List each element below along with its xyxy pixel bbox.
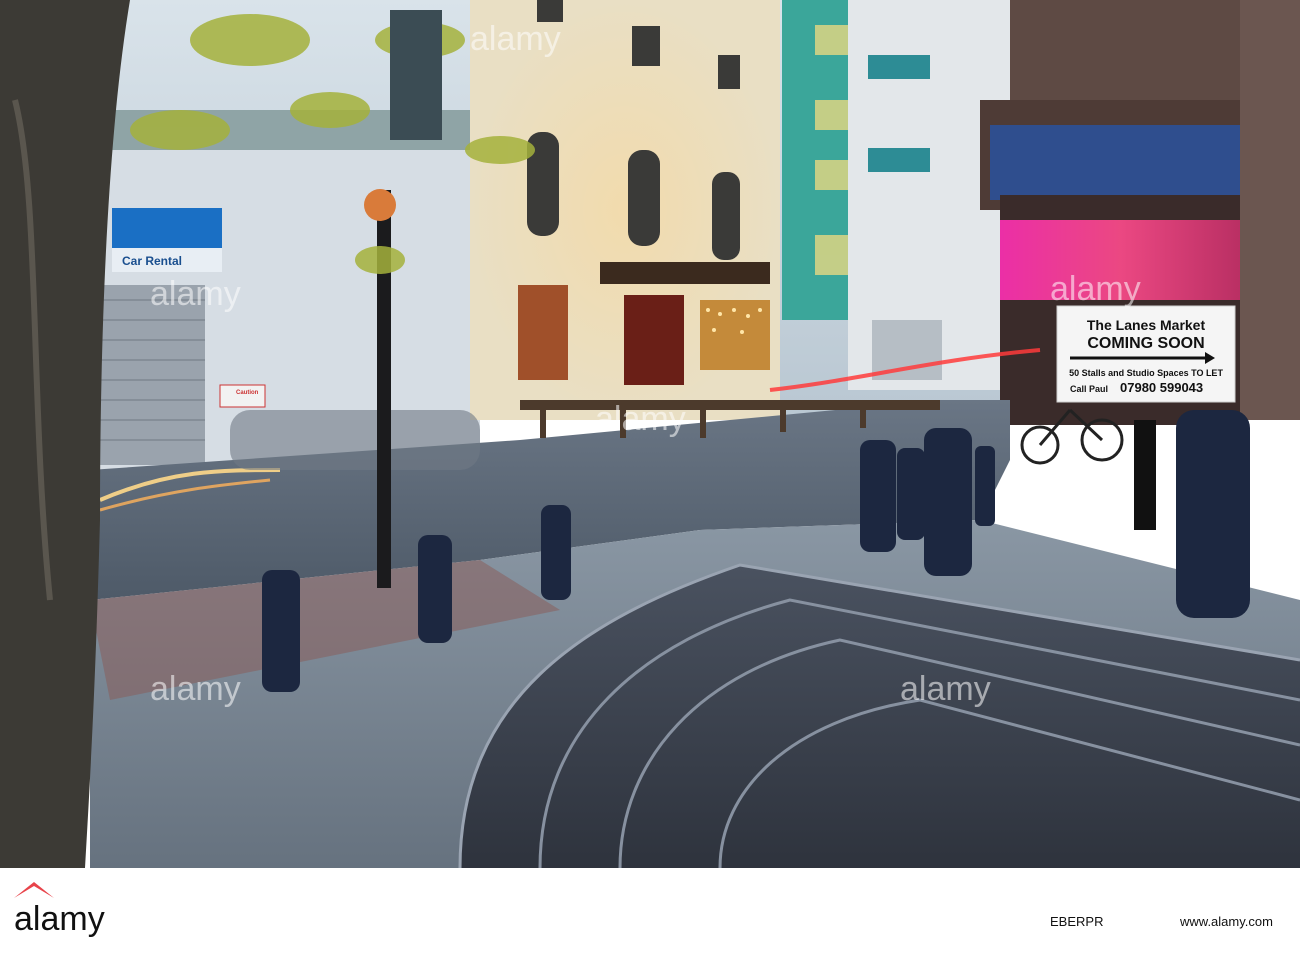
watermark: alamy [150,275,241,313]
sign-post [1134,420,1156,530]
market-sign-stalls: 50 Stalls and Studio Spaces TO LET [1069,368,1223,378]
market-sign: The Lanes Market COMING SOON 50 Stalls a… [1056,305,1236,403]
photo-scene: Car Rental Caution The Lanes Market COMI… [0,0,1300,868]
street-photo: Car Rental Caution The Lanes Market COMI… [0,0,1300,868]
pub-window-lit [518,285,568,380]
market-sign-call: Call Paul [1070,384,1108,394]
bollard [975,446,995,526]
market-sign-phone: 07980 599043 [1120,380,1203,395]
watermark: alamy [1050,270,1141,308]
bollard [860,440,896,552]
market-sign-coming-soon: COMING SOON [1087,335,1204,352]
hanging-pub-sign [390,10,442,140]
moving-car [230,410,480,470]
market-sign-title: The Lanes Market [1087,317,1206,333]
blue-canopy [990,125,1240,200]
footer-logo-text: alamy [14,900,105,938]
post-sign-orange [364,189,396,221]
footer-url: www.alamy.com [1179,914,1273,929]
bollard [541,505,571,600]
bollard [1176,410,1250,618]
watermark: alamy [150,670,241,708]
car-rental-text: Car Rental [122,254,182,268]
bollard [418,535,452,643]
bollard [897,448,925,540]
caution-sign [219,384,266,408]
watermark: alamy [470,20,561,58]
caution-text: Caution [236,390,259,396]
pub-fascia [600,262,770,284]
watermark: alamy [900,670,991,708]
stock-footer: alamy EBERPR www.alamy.com [0,868,1300,956]
alamy-logo: alamy [14,882,105,938]
bollard [924,428,972,576]
footer-image-id: EBERPR [1050,914,1103,929]
pub-door [624,295,684,385]
bollard [262,570,300,692]
watermark: alamy [595,400,686,438]
